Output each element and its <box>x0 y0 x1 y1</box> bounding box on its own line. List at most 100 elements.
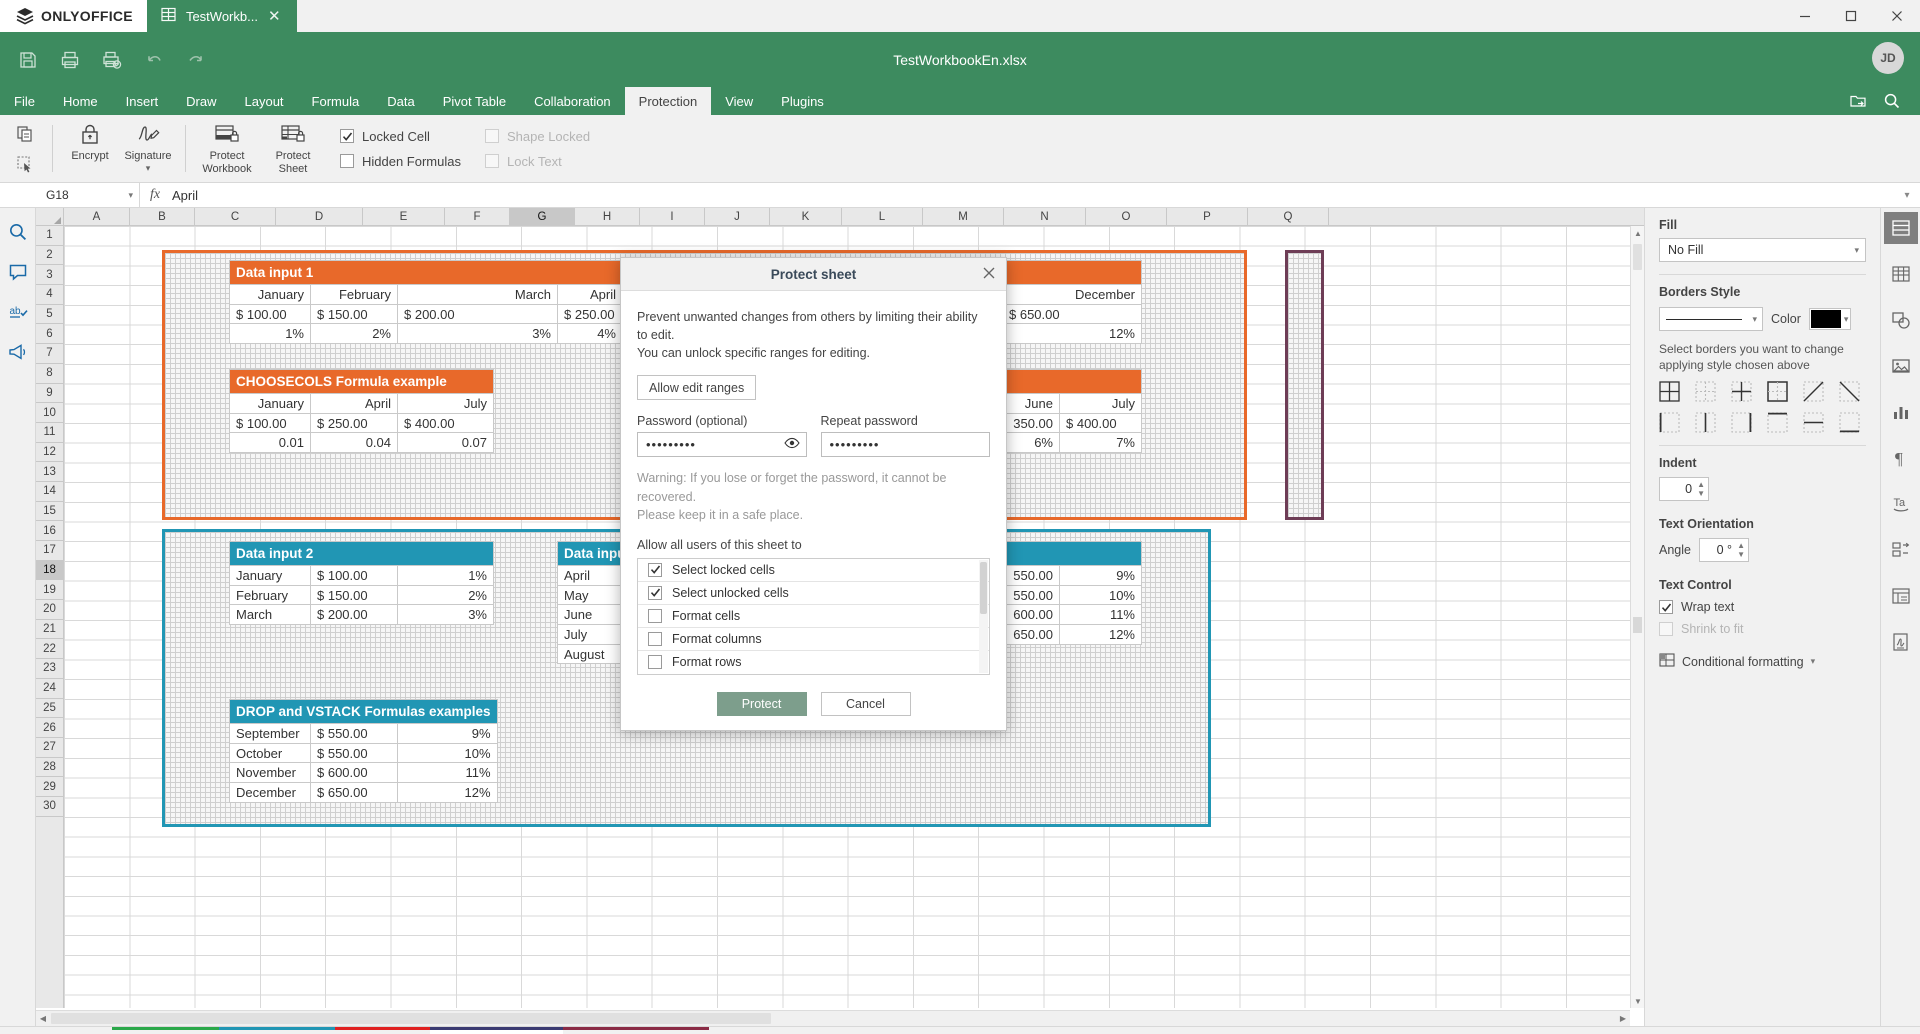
signature-settings-icon[interactable] <box>1884 626 1918 658</box>
repeat-password-input[interactable]: ••••••••• <box>820 432 990 458</box>
column-header-N[interactable]: N <box>1004 208 1086 225</box>
fill-select[interactable]: No Fill ▾ <box>1659 238 1866 262</box>
chevron-down-icon[interactable]: ▾ <box>128 190 133 201</box>
cell-month[interactable]: December <box>1002 284 1142 305</box>
close-icon[interactable] <box>982 266 996 283</box>
cell-percent[interactable]: 9% <box>1059 565 1142 586</box>
table-settings-icon[interactable] <box>1884 258 1918 290</box>
column-header-A[interactable]: A <box>64 208 130 225</box>
menu-item-home[interactable]: Home <box>49 87 112 115</box>
feedback-icon[interactable] <box>6 340 30 364</box>
horizontal-scrollbar[interactable]: ◀ ▶ <box>36 1010 1630 1026</box>
open-file-location-icon[interactable] <box>1844 89 1872 113</box>
cell-percent[interactable]: 10% <box>1059 584 1142 606</box>
cell-value[interactable]: $ 650.00 <box>310 782 398 803</box>
cell-percent[interactable]: 12% <box>397 782 498 803</box>
menu-item-file[interactable]: File <box>0 87 49 115</box>
cell-percent[interactable]: 1% <box>397 565 494 586</box>
row-header-22[interactable]: 22 <box>36 639 63 660</box>
column-header-K[interactable]: K <box>770 208 842 225</box>
row-header-9[interactable]: 9 <box>36 384 63 404</box>
row-header-24[interactable]: 24 <box>36 679 63 699</box>
cell-percent[interactable]: 3% <box>397 323 558 345</box>
document-tab[interactable]: TestWorkb... ✕ <box>146 0 297 32</box>
row-header-6[interactable]: 6 <box>36 324 63 345</box>
row-header-11[interactable]: 11 <box>36 423 63 443</box>
save-icon[interactable] <box>8 42 48 78</box>
locked-cell-checkbox[interactable]: Locked Cell <box>340 129 461 144</box>
row-header-26[interactable]: 26 <box>36 718 63 738</box>
comments-icon[interactable] <box>6 260 30 284</box>
cell-value[interactable]: $ 200.00 <box>397 303 558 325</box>
cell-value[interactable]: $ 150.00 <box>310 584 398 606</box>
column-header-J[interactable]: J <box>705 208 770 225</box>
sheet-tab-graphics-and-images[interactable]: Graphics and images <box>562 1027 709 1034</box>
cell-value[interactable]: $ 250.00 <box>310 412 398 434</box>
row-header-18[interactable]: 18 <box>36 560 63 581</box>
row-header-1[interactable]: 1 <box>36 226 63 246</box>
cell-month[interactable]: February <box>229 584 311 606</box>
row-header-16[interactable]: 16 <box>36 521 63 541</box>
permissions-scrollbar[interactable] <box>979 559 988 673</box>
column-header-O[interactable]: O <box>1086 208 1167 225</box>
cell-percent[interactable]: 0.04 <box>310 432 398 454</box>
row-header-13[interactable]: 13 <box>36 462 63 482</box>
permissions-list[interactable]: Select locked cells Select unlocked cell… <box>637 557 990 675</box>
permission-item[interactable]: Format rows <box>638 651 989 674</box>
menu-item-plugins[interactable]: Plugins <box>767 87 838 115</box>
scroll-down-icon[interactable]: ▼ <box>1631 994 1644 1008</box>
select-all-corner[interactable] <box>36 208 64 225</box>
copy-style-icon[interactable] <box>10 120 40 148</box>
row-header-25[interactable]: 25 <box>36 699 63 719</box>
cell-percent[interactable]: 0.07 <box>397 432 494 454</box>
row-header-14[interactable]: 14 <box>36 482 63 502</box>
cell-percent[interactable]: 2% <box>310 323 398 345</box>
conditional-formatting-button[interactable]: Conditional formatting ▾ <box>1659 652 1866 671</box>
border-diagonal-up-icon[interactable] <box>1803 381 1824 402</box>
menu-item-insert[interactable]: Insert <box>112 87 173 115</box>
cell-value[interactable]: $ 250.00 <box>557 303 623 325</box>
cell-value[interactable]: $ 200.00 <box>310 604 398 626</box>
vertical-scrollbar[interactable]: ▲ ▼ <box>1630 226 1644 1008</box>
allow-edit-ranges-button[interactable]: Allow edit ranges <box>637 375 757 401</box>
sheet-tab-chart-examples[interactable]: Chart examples <box>219 1027 335 1034</box>
permission-item[interactable]: Format cells <box>638 605 989 628</box>
border-diagonal-down-icon[interactable] <box>1839 381 1860 402</box>
row-header-17[interactable]: 17 <box>36 541 63 561</box>
cell-percent[interactable]: 7% <box>1059 432 1142 454</box>
protect-sheet-button[interactable]: Protect Sheet <box>260 115 326 179</box>
cell-percent[interactable]: 9% <box>397 723 498 744</box>
scroll-right-icon[interactable]: ▶ <box>1616 1012 1630 1026</box>
close-button[interactable] <box>1874 0 1920 32</box>
cell-month[interactable]: September <box>229 723 311 744</box>
menu-item-data[interactable]: Data <box>373 87 428 115</box>
cell-month[interactable]: January <box>229 284 311 305</box>
sheet-tab-pivot-tables[interactable]: Pivot Tables <box>334 1027 430 1034</box>
cell-month[interactable]: July <box>397 393 494 414</box>
row-header-30[interactable]: 30 <box>36 797 63 817</box>
cell-value[interactable]: $ 400.00 <box>397 412 494 434</box>
cell-percent[interactable]: 12% <box>1002 323 1142 345</box>
row-header-23[interactable]: 23 <box>36 659 63 679</box>
row-header-27[interactable]: 27 <box>36 738 63 758</box>
row-header-7[interactable]: 7 <box>36 344 63 364</box>
cell-percent[interactable]: 1% <box>229 323 311 345</box>
row-header-4[interactable]: 4 <box>36 285 63 305</box>
protect-button[interactable]: Protect <box>716 691 807 716</box>
menu-item-collaboration[interactable]: Collaboration <box>520 87 625 115</box>
minimize-button[interactable] <box>1782 0 1828 32</box>
text-art-settings-icon[interactable]: Ta <box>1884 488 1918 520</box>
close-tab-icon[interactable]: ✕ <box>268 9 281 24</box>
sheet-list-button[interactable] <box>86 1027 112 1034</box>
column-header-I[interactable]: I <box>640 208 705 225</box>
column-header-F[interactable]: F <box>445 208 510 225</box>
chart-settings-icon[interactable] <box>1884 396 1918 428</box>
column-header-H[interactable]: H <box>575 208 640 225</box>
quick-print-icon[interactable] <box>92 42 132 78</box>
hidden-formulas-checkbox[interactable]: Hidden Formulas <box>340 154 461 169</box>
cell-percent[interactable]: 12% <box>1059 624 1142 645</box>
column-header-P[interactable]: P <box>1167 208 1248 225</box>
border-inner-icon[interactable] <box>1731 381 1752 402</box>
border-left-icon[interactable] <box>1659 412 1680 433</box>
cell-canvas[interactable]: Data input 1 January February March Apri… <box>64 226 1644 1008</box>
